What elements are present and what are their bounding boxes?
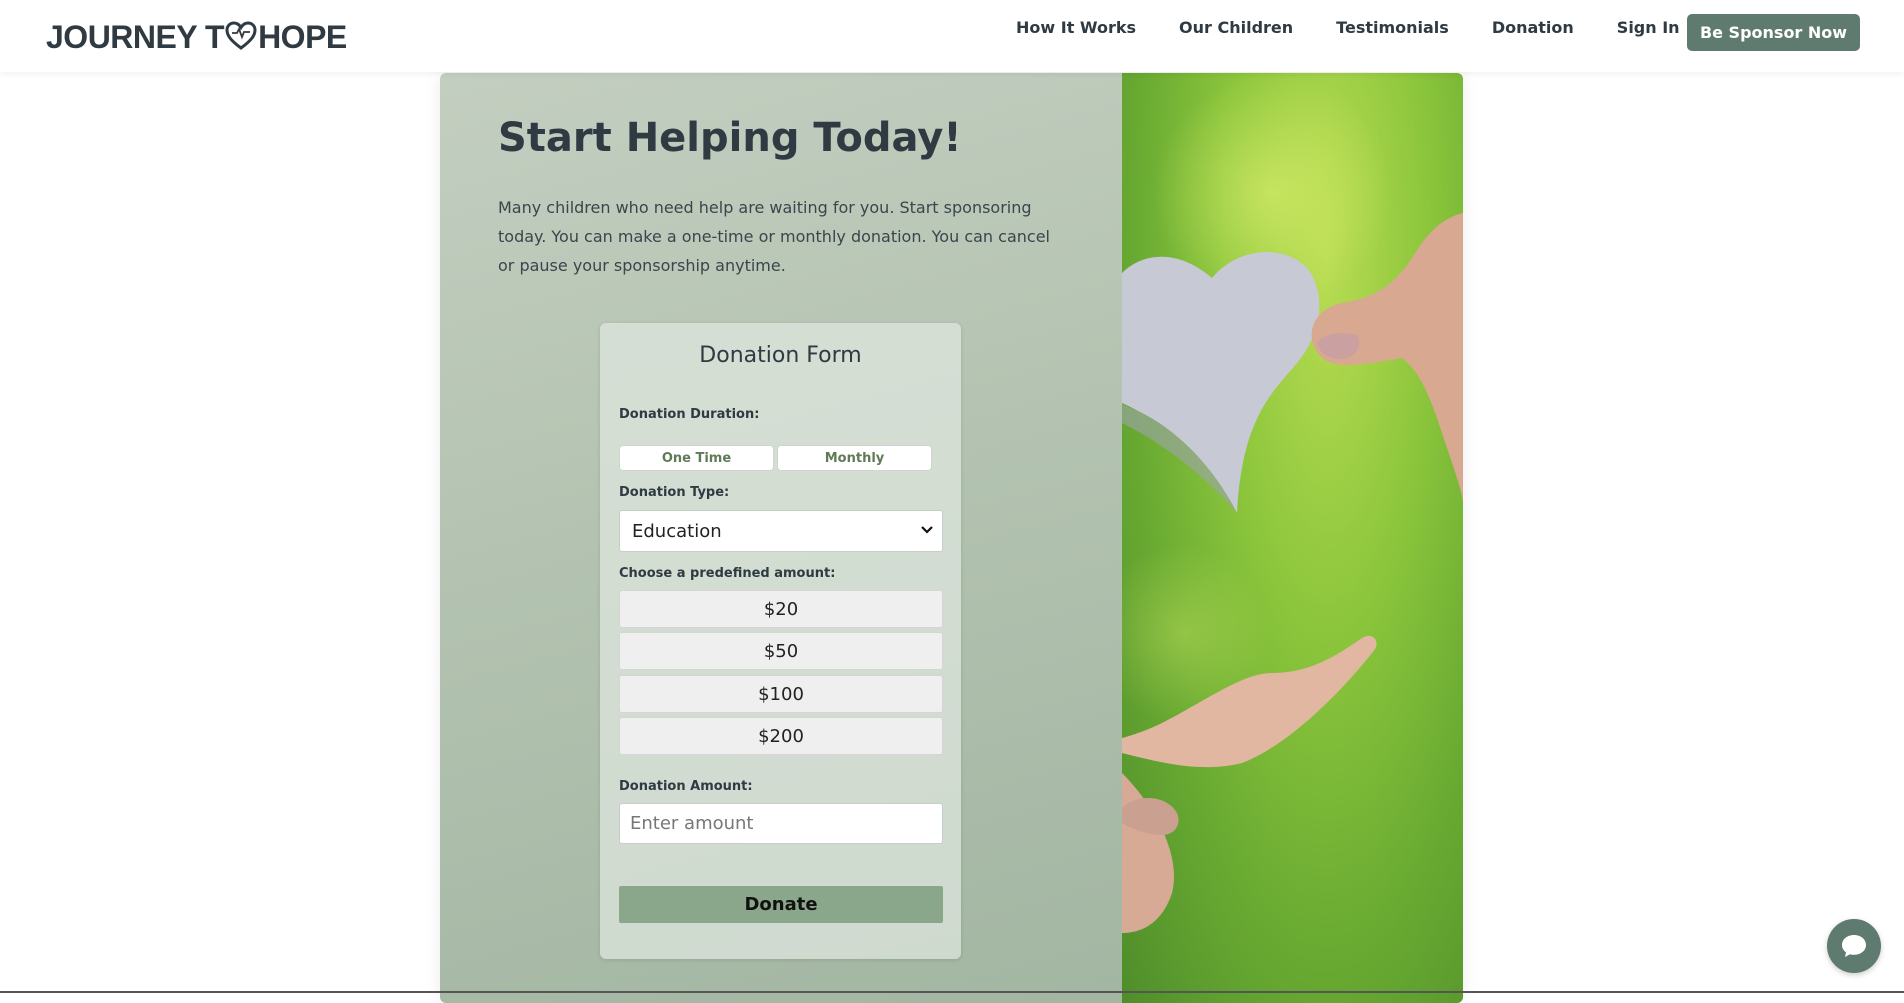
hero-description: Many children who need help are waiting … [498, 198, 1050, 275]
donation-type-select[interactable]: Education [619, 510, 943, 552]
form-title: Donation Form [699, 343, 862, 368]
logo-text-left: JOURNEY T [46, 18, 225, 55]
donation-form: Donation Form Donation Duration: One Tim… [600, 323, 961, 959]
amount-50-button[interactable]: $50 [619, 632, 943, 670]
duration-monthly-button[interactable]: Monthly [777, 445, 932, 471]
be-sponsor-now-button[interactable]: Be Sponsor Now [1687, 14, 1860, 51]
donation-amount-input[interactable] [619, 803, 943, 844]
amount-100-button[interactable]: $100 [619, 675, 943, 713]
chat-button[interactable] [1827, 919, 1881, 973]
logo-text-right: HOPE [258, 18, 347, 55]
amount-20-button[interactable]: $20 [619, 590, 943, 628]
nav-how-it-works[interactable]: How It Works [1016, 18, 1136, 37]
hero-card: Start Helping Today! Many children who n… [440, 73, 1463, 1003]
hands-heart-photo [1122, 73, 1463, 933]
chat-bubble-icon [1842, 935, 1866, 957]
nav-testimonials[interactable]: Testimonials [1336, 18, 1449, 37]
duration-one-time-button[interactable]: One Time [619, 445, 774, 471]
heart-icon [225, 21, 257, 51]
site-header: JOURNEY T HOPE How It Works Our Children… [0, 0, 1904, 72]
donation-amount-label: Donation Amount: [619, 779, 753, 794]
donate-button[interactable]: Donate [619, 886, 943, 923]
amount-200-button[interactable]: $200 [619, 717, 943, 755]
donation-type-label: Donation Type: [619, 485, 730, 500]
predefined-amount-label: Choose a predefined amount: [619, 566, 836, 581]
main-nav: How It Works Our Children Testimonials D… [1016, 18, 1723, 37]
nav-donation[interactable]: Donation [1492, 18, 1574, 37]
page-title: Start Helping Today! [498, 115, 962, 161]
nav-our-children[interactable]: Our Children [1179, 18, 1293, 37]
donation-type-value: Education [632, 520, 722, 542]
hero-image [1122, 73, 1463, 1003]
brand-logo[interactable]: JOURNEY T HOPE [46, 19, 347, 55]
duration-label: Donation Duration: [619, 407, 760, 422]
chevron-down-icon [921, 526, 933, 534]
hero-content-panel: Start Helping Today! Many children who n… [440, 73, 1122, 1003]
nav-sign-in[interactable]: Sign In [1617, 18, 1680, 37]
